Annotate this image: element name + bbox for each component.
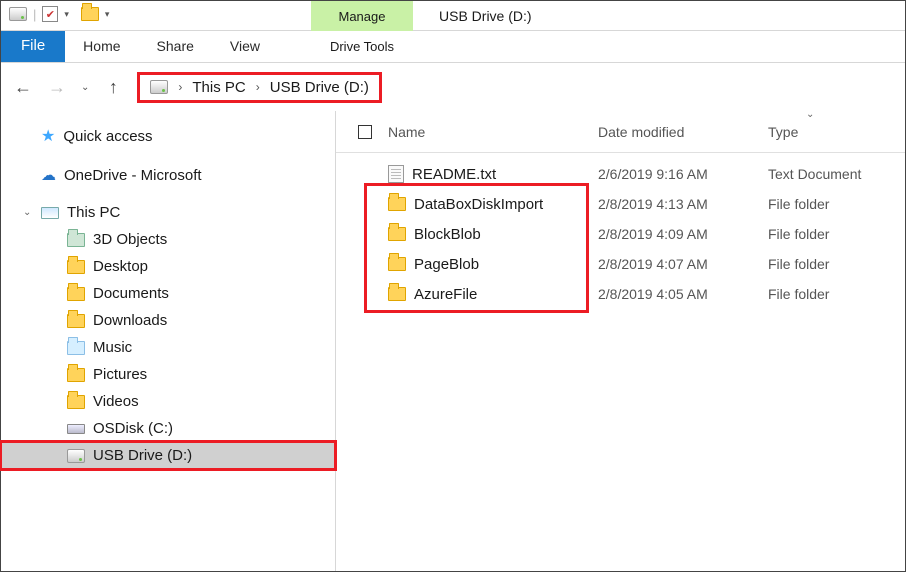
file-type: File folder [768, 226, 898, 242]
tree-label: USB Drive (D:) [93, 447, 192, 464]
tree-item[interactable]: Downloads [1, 307, 335, 334]
tab-view[interactable]: View [212, 31, 278, 62]
file-date: 2/8/2019 4:07 AM [598, 256, 768, 272]
tree-label: Music [93, 339, 132, 356]
folder-icon [388, 227, 406, 241]
ribbon-tabs: File Home Share View Drive Tools [1, 31, 905, 63]
folder-icon [67, 233, 85, 247]
tree-item[interactable]: USB Drive (D:) [1, 442, 335, 469]
tree-label: 3D Objects [93, 231, 167, 248]
qat-separator: | [33, 7, 36, 22]
breadcrumb-segment-this-pc[interactable]: This PC [192, 79, 245, 96]
star-icon: ★ [41, 126, 55, 146]
text-file-icon [388, 165, 404, 183]
content-pane: ⌄ Name Date modified Type README.txt 2/6/… [336, 111, 905, 571]
tree-item[interactable]: Videos [1, 388, 335, 415]
title-bar: | ✔ ▾ ▾ Manage USB Drive (D:) [1, 1, 905, 31]
tree-item[interactable]: 3D Objects [1, 226, 335, 253]
folder-icon [67, 368, 85, 382]
file-name: PageBlob [414, 256, 479, 273]
tree-label: Quick access [63, 128, 152, 145]
qat-check-icon[interactable]: ✔ [42, 6, 58, 22]
column-date-modified[interactable]: Date modified [598, 124, 768, 140]
tree-label: Documents [93, 285, 169, 302]
folder-icon [67, 395, 85, 409]
drive-icon [150, 80, 168, 94]
file-row[interactable]: BlockBlob 2/8/2019 4:09 AMFile folder [336, 219, 905, 249]
folder-icon [388, 197, 406, 211]
tree-item[interactable]: OSDisk (C:) [1, 415, 335, 442]
tree-quick-access[interactable]: ★ Quick access [1, 121, 335, 151]
column-type[interactable]: Type [768, 124, 898, 140]
file-row[interactable]: AzureFile 2/8/2019 4:05 AMFile folder [336, 279, 905, 309]
column-name[interactable]: Name [388, 124, 598, 140]
tab-drive-tools[interactable]: Drive Tools [311, 31, 413, 63]
file-type: Text Document [768, 166, 898, 182]
folder-icon [67, 260, 85, 274]
file-date: 2/8/2019 4:05 AM [598, 286, 768, 302]
tree-label: OSDisk (C:) [93, 420, 173, 437]
chevron-right-icon: › [178, 80, 182, 94]
tab-share[interactable]: Share [139, 31, 212, 62]
tree-onedrive[interactable]: ☁ OneDrive - Microsoft [1, 161, 335, 189]
tree-item[interactable]: Documents [1, 280, 335, 307]
select-all-checkbox[interactable] [358, 125, 372, 139]
file-name: README.txt [412, 166, 496, 183]
folder-icon [67, 341, 85, 355]
drive-icon [9, 7, 27, 21]
drive-icon [67, 449, 85, 463]
nav-forward-icon[interactable]: → [47, 77, 67, 98]
tree-item[interactable]: Pictures [1, 361, 335, 388]
nav-back-icon[interactable]: ← [13, 77, 33, 98]
file-date: 2/8/2019 4:13 AM [598, 196, 768, 212]
tree-item[interactable]: Desktop [1, 253, 335, 280]
file-row[interactable]: README.txt 2/6/2019 9:16 AMText Document [336, 159, 905, 189]
file-type: File folder [768, 256, 898, 272]
tab-home[interactable]: Home [65, 31, 138, 62]
folder-icon [388, 257, 406, 271]
tree-label: Pictures [93, 366, 147, 383]
cloud-icon: ☁ [41, 166, 56, 184]
disk-icon [67, 424, 85, 434]
file-name: BlockBlob [414, 226, 481, 243]
caret-down-icon[interactable]: ⌄ [23, 207, 33, 218]
tab-file[interactable]: File [1, 31, 65, 62]
file-row[interactable]: DataBoxDiskImport 2/8/2019 4:13 AMFile fo… [336, 189, 905, 219]
file-date: 2/6/2019 9:16 AM [598, 166, 768, 182]
context-tab-manage[interactable]: Manage [311, 1, 413, 31]
file-type: File folder [768, 196, 898, 212]
qat-dropdown-icon-2[interactable]: ▾ [105, 9, 110, 20]
breadcrumb-segment-usb-drive[interactable]: USB Drive (D:) [270, 79, 369, 96]
pc-icon [41, 207, 59, 219]
tree-label: OneDrive - Microsoft [64, 167, 202, 184]
navigation-pane: ★ Quick access ☁ OneDrive - Microsoft ⌄ … [1, 111, 336, 571]
file-type: File folder [768, 286, 898, 302]
qat-dropdown-icon[interactable]: ▾ [64, 9, 69, 20]
breadcrumb[interactable]: › This PC › USB Drive (D:) [137, 72, 382, 103]
window-title: USB Drive (D:) [423, 1, 532, 24]
file-date: 2/8/2019 4:09 AM [598, 226, 768, 242]
address-bar: ← → ⌄ ↑ › This PC › USB Drive (D:) [1, 63, 905, 111]
tree-label: This PC [67, 204, 120, 221]
file-list: README.txt 2/6/2019 9:16 AMText Document D… [336, 153, 905, 315]
folder-icon [67, 314, 85, 328]
quick-access-toolbar: | ✔ ▾ ▾ [1, 1, 311, 22]
folder-icon[interactable] [81, 7, 99, 21]
tree-this-pc[interactable]: ⌄ This PC [1, 199, 335, 226]
file-name: DataBoxDiskImport [414, 196, 543, 213]
tree-item[interactable]: Music [1, 334, 335, 361]
nav-up-icon[interactable]: ↑ [103, 77, 123, 98]
file-name: AzureFile [414, 286, 477, 303]
tree-label: Downloads [93, 312, 167, 329]
sort-caret-icon: ⌄ [806, 109, 814, 120]
folder-icon [388, 287, 406, 301]
folder-icon [67, 287, 85, 301]
body: ★ Quick access ☁ OneDrive - Microsoft ⌄ … [1, 111, 905, 571]
file-row[interactable]: PageBlob 2/8/2019 4:07 AMFile folder [336, 249, 905, 279]
tree-label: Videos [93, 393, 139, 410]
tree-label: Desktop [93, 258, 148, 275]
chevron-right-icon: › [256, 80, 260, 94]
nav-history-dropdown-icon[interactable]: ⌄ [81, 82, 89, 93]
column-headers: Name Date modified Type [336, 111, 905, 153]
